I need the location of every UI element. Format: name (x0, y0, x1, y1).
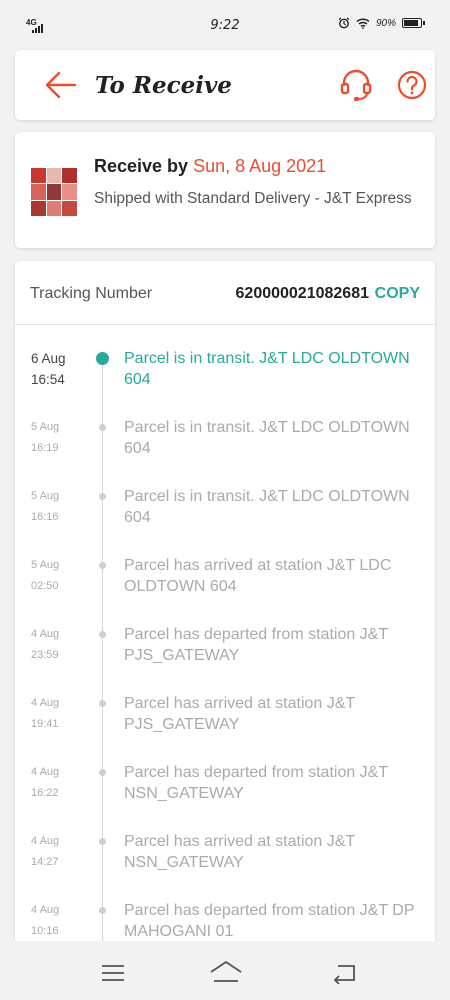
arrow-left-icon[interactable] (45, 70, 77, 100)
event-description: Parcel is in transit. J&T LDC OLDTOWN 60… (124, 350, 410, 388)
event-time: 10:16 (31, 925, 59, 937)
event-day: 5 Aug (31, 559, 60, 571)
tracking-card: Tracking Number 620000021082681 COPY 6 A… (15, 261, 435, 995)
tracking-event: 5 Aug 02:50 Parcel has arrived at station … (15, 555, 435, 624)
event-day: 5 Aug (31, 421, 60, 433)
event-time: 02:50 (31, 580, 59, 592)
timeline-dot (99, 493, 106, 500)
headset-icon[interactable] (339, 68, 373, 102)
event-description: Parcel has arrived at station J&T NSN_GA… (124, 833, 355, 871)
tracking-event: 4 Aug 23:59 Parcel has departed from stati… (15, 624, 435, 693)
timeline-dot (99, 562, 106, 569)
alarm-icon (338, 17, 350, 29)
tracking-event: 4 Aug 16:22 Parcel has departed from stati… (15, 762, 435, 831)
event-description: Parcel has departed from station J&T PJS… (124, 626, 388, 664)
event-description: Parcel is in transit. J&T LDC OLDTOWN 60… (124, 419, 410, 457)
header-bar: To Receive (15, 50, 435, 120)
event-description: Parcel has arrived at station J&T PJS_GA… (124, 695, 355, 733)
event-time: 16:54 (31, 372, 65, 387)
event-date: 5 Aug 16:16 (31, 486, 91, 528)
wifi-icon (356, 17, 370, 29)
timeline-dot (99, 838, 106, 845)
system-nav-bar (0, 941, 450, 1000)
event-description: Parcel has departed from station J&T NSN… (124, 764, 388, 802)
timeline-dot (99, 769, 106, 776)
event-day: 5 Aug (31, 490, 60, 502)
event-date: 4 Aug 10:16 (31, 900, 91, 942)
event-time: 16:22 (31, 787, 59, 799)
receive-by-date: Sun, 8 Aug 2021 (193, 156, 327, 176)
home-icon[interactable] (208, 958, 244, 986)
timeline-dot (99, 907, 106, 914)
status-bar: 4G 9:22 90% (0, 0, 450, 48)
battery-percent: 90% (375, 17, 396, 29)
battery-icon (402, 18, 425, 28)
product-thumbnail (31, 168, 77, 216)
event-day: 6 Aug (31, 351, 66, 366)
event-day: 4 Aug (31, 904, 60, 916)
event-description: Parcel is in transit. J&T LDC OLDTOWN 60… (124, 488, 410, 526)
event-description: Parcel has departed from station J&T DP … (124, 902, 415, 940)
event-time: 14:27 (31, 856, 59, 868)
tracking-event: 5 Aug 16:19 Parcel is in transit. J&T LDC … (15, 417, 435, 486)
receive-by-line: Receive by Sun, 8 Aug 2021 (94, 156, 326, 177)
status-right: 90% (338, 17, 425, 29)
tracking-event: 4 Aug 14:27 Parcel has arrived at station … (15, 831, 435, 900)
tracking-number-label: Tracking Number (30, 285, 153, 302)
timeline-dot (99, 424, 106, 431)
event-date: 4 Aug 19:41 (31, 693, 91, 735)
back-icon[interactable] (330, 962, 358, 984)
copy-button[interactable]: COPY (375, 285, 420, 303)
event-date: 4 Aug 23:59 (31, 624, 91, 666)
event-time: 16:19 (31, 442, 59, 454)
timeline-dot (96, 352, 109, 365)
event-date: 4 Aug 14:27 (31, 831, 91, 873)
event-date: 6 Aug 16:54 (31, 348, 91, 390)
event-day: 4 Aug (31, 835, 60, 847)
event-day: 4 Aug (31, 697, 60, 709)
timeline-dot (99, 631, 106, 638)
timeline-dot (99, 700, 106, 707)
event-day: 4 Aug (31, 628, 60, 640)
tracking-header: Tracking Number 620000021082681 COPY (15, 261, 435, 325)
menu-icon[interactable] (100, 964, 126, 982)
tracking-event: 6 Aug 16:54 Parcel is in transit. J&T LDC … (15, 348, 435, 417)
event-date: 4 Aug 16:22 (31, 762, 91, 804)
tracking-number: 620000021082681 (235, 285, 369, 302)
page-title: To Receive (95, 72, 232, 99)
event-description: Parcel has arrived at station J&T LDC OL… (124, 557, 392, 595)
receive-by-label: Receive by (94, 156, 189, 176)
delivery-card[interactable]: Receive by Sun, 8 Aug 2021 Shipped with … (15, 132, 435, 248)
event-date: 5 Aug 16:19 (31, 417, 91, 459)
event-date: 5 Aug 02:50 (31, 555, 91, 597)
event-time: 19:41 (31, 718, 59, 730)
event-day: 4 Aug (31, 766, 60, 778)
event-time: 23:59 (31, 649, 59, 661)
tracking-event: 4 Aug 19:41 Parcel has arrived at station … (15, 693, 435, 762)
shipping-method: Shipped with Standard Delivery - J&T Exp… (94, 190, 412, 207)
question-circle-icon[interactable] (397, 70, 427, 100)
event-time: 16:16 (31, 511, 59, 523)
tracking-event: 5 Aug 16:16 Parcel is in transit. J&T LDC … (15, 486, 435, 555)
